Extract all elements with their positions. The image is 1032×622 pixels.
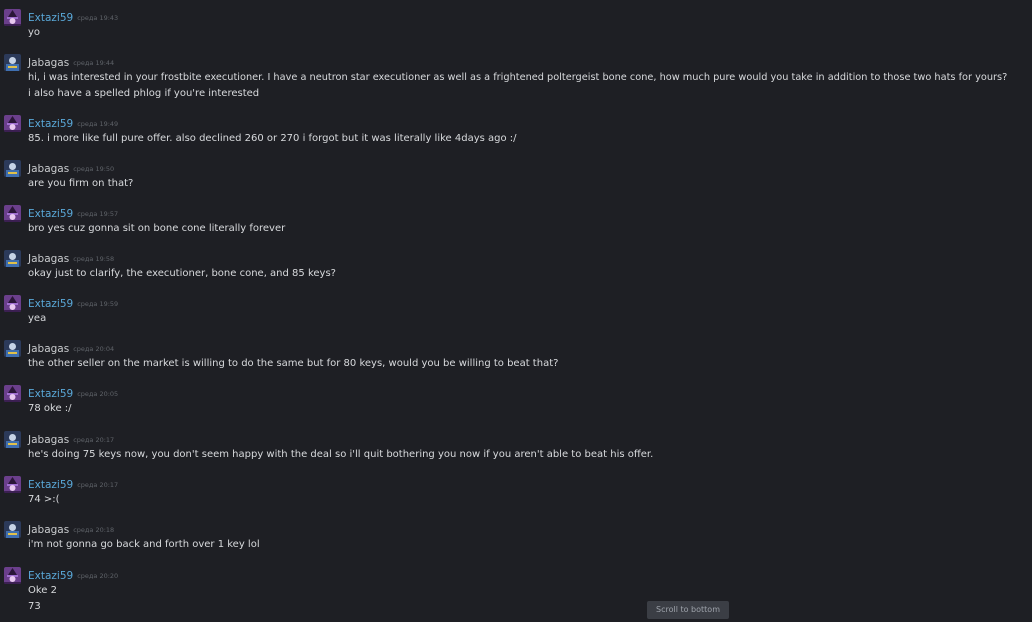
message-author[interactable]: Extazi59	[28, 12, 73, 24]
message-text: i'm not gonna go back and forth over 1 k…	[28, 539, 260, 550]
message-header: Extazi59 среда 19:57	[28, 205, 118, 221]
message-author[interactable]: Jabagas	[28, 343, 69, 355]
message-timestamp: среда 19:44	[73, 59, 115, 67]
message-timestamp: среда 20:17	[77, 481, 119, 489]
message-text: he's doing 75 keys now, you don't seem h…	[28, 449, 654, 460]
message-timestamp: среда 20:17	[73, 436, 115, 444]
message-author[interactable]: Extazi59	[28, 388, 73, 400]
message-header: Jabagas среда 20:04	[28, 340, 114, 356]
blue-character-avatar-icon[interactable]	[4, 160, 21, 177]
message-body: 78 oke :/	[28, 401, 72, 417]
message-header: Extazi59 среда 20:20	[28, 567, 118, 583]
blue-character-avatar-icon[interactable]	[4, 340, 21, 357]
message-text: are you firm on that?	[28, 178, 134, 189]
message-text: hi, i was interested in your frostbite e…	[28, 72, 1008, 83]
message-timestamp: среда 19:43	[77, 14, 119, 22]
blue-character-avatar-icon[interactable]	[4, 250, 21, 267]
message-body: okay just to clarify, the executioner, b…	[28, 266, 336, 282]
message-header: Jabagas среда 20:18	[28, 521, 114, 537]
message-header: Jabagas среда 20:17	[28, 431, 114, 447]
message-author[interactable]: Extazi59	[28, 570, 73, 582]
scroll-to-bottom-button[interactable]: Scroll to bottom	[647, 601, 729, 619]
message-author[interactable]: Extazi59	[28, 208, 73, 220]
message-text: the other seller on the market is willin…	[28, 358, 559, 369]
blue-character-avatar-icon[interactable]	[4, 431, 21, 448]
message-text: okay just to clarify, the executioner, b…	[28, 268, 336, 279]
message-body: bro yes cuz gonna sit on bone cone liter…	[28, 221, 285, 237]
message-body: i'm not gonna go back and forth over 1 k…	[28, 537, 260, 553]
message-author[interactable]: Extazi59	[28, 118, 73, 130]
message-text: bro yes cuz gonna sit on bone cone liter…	[28, 223, 286, 234]
message-author[interactable]: Extazi59	[28, 479, 73, 491]
message-text: 78 oke :/	[28, 403, 72, 414]
message-timestamp: среда 19:50	[73, 165, 115, 173]
chat-log[interactable]: Extazi59 среда 19:43 yo Jabagas среда 19:44 h…	[0, 0, 1032, 622]
message-timestamp: среда 20:04	[73, 345, 115, 353]
message-body: yea	[28, 311, 46, 327]
message-text: 74 >:(	[28, 494, 60, 505]
message-timestamp: среда 20:18	[73, 526, 115, 534]
message-body: he's doing 75 keys now, you don't seem h…	[28, 447, 653, 463]
message-text: Oke 2	[28, 585, 57, 596]
blue-character-avatar-icon[interactable]	[4, 54, 21, 71]
purple-wizard-avatar-icon[interactable]	[4, 115, 21, 132]
message-header: Extazi59 среда 19:43	[28, 9, 118, 25]
message-header: Extazi59 среда 19:59	[28, 295, 118, 311]
message-text: 85. i more like full pure offer. also de…	[28, 133, 517, 144]
message-text: i also have a spelled phlog if you're in…	[28, 88, 260, 99]
message-timestamp: среда 19:49	[77, 120, 119, 128]
message-body: 74 >:(	[28, 492, 60, 508]
message-header: Jabagas среда 19:50	[28, 160, 114, 176]
message-body: Oke 2 73	[28, 583, 57, 615]
message-body: 85. i more like full pure offer. also de…	[28, 131, 517, 147]
message-timestamp: среда 20:20	[77, 572, 119, 580]
message-author[interactable]: Jabagas	[28, 163, 69, 175]
purple-wizard-avatar-icon[interactable]	[4, 295, 21, 312]
message-header: Extazi59 среда 20:17	[28, 476, 118, 492]
message-header: Extazi59 среда 20:05	[28, 385, 118, 401]
message-body: the other seller on the market is willin…	[28, 356, 558, 372]
message-text: yea	[28, 313, 47, 324]
message-header: Jabagas среда 19:58	[28, 250, 114, 266]
message-timestamp: среда 19:59	[77, 300, 119, 308]
blue-character-avatar-icon[interactable]	[4, 521, 21, 538]
message-header: Extazi59 среда 19:49	[28, 115, 118, 131]
purple-wizard-avatar-icon[interactable]	[4, 385, 21, 402]
message-author[interactable]: Jabagas	[28, 253, 69, 265]
message-timestamp: среда 19:58	[73, 255, 115, 263]
message-author[interactable]: Jabagas	[28, 524, 69, 536]
message-body: are you firm on that?	[28, 176, 133, 192]
message-author[interactable]: Jabagas	[28, 434, 69, 446]
message-timestamp: среда 20:05	[77, 390, 119, 398]
message-text: 73	[28, 601, 41, 612]
message-timestamp: среда 19:57	[77, 210, 119, 218]
purple-wizard-avatar-icon[interactable]	[4, 476, 21, 493]
message-text: yo	[28, 27, 41, 38]
purple-wizard-avatar-icon[interactable]	[4, 567, 21, 584]
message-body: hi, i was interested in your frostbite e…	[28, 70, 1007, 102]
purple-wizard-avatar-icon[interactable]	[4, 205, 21, 222]
message-header: Jabagas среда 19:44	[28, 54, 114, 70]
message-body: yo	[28, 25, 40, 41]
purple-wizard-avatar-icon[interactable]	[4, 9, 21, 26]
message-author[interactable]: Jabagas	[28, 57, 69, 69]
message-author[interactable]: Extazi59	[28, 298, 73, 310]
